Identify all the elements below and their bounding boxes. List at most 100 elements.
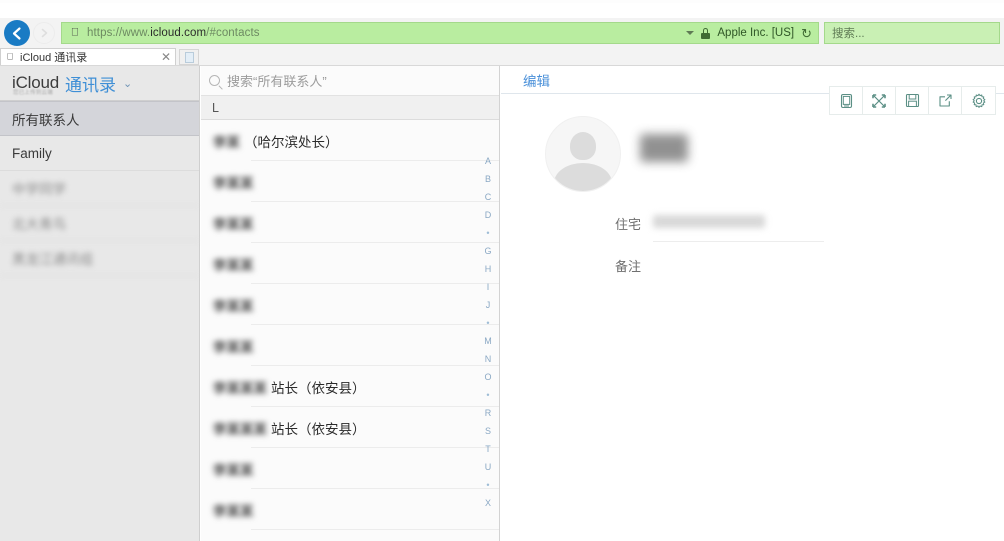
contact-name-hidden: 李某某	[213, 213, 254, 233]
section-header-L: L	[201, 96, 499, 120]
alpha-index-dot-9[interactable]: •	[486, 314, 489, 332]
alpha-index-t[interactable]: T	[485, 440, 491, 458]
alpha-index-c[interactable]: C	[485, 188, 492, 206]
contact-list-column: 搜索“所有联系人” L 李某（哈尔滨处长）李某某李某某李某某李某某李某某李某某某…	[201, 66, 500, 541]
contact-name-hidden: 李某某	[213, 336, 254, 356]
alpha-index-x[interactable]: X	[485, 494, 491, 512]
browser-navigation-bar:  https://www.icloud.com/#contacts Apple…	[0, 18, 1004, 48]
alpha-index-m[interactable]: M	[484, 332, 492, 350]
sidebar-item-label: Family	[12, 146, 52, 161]
detail-field-label: 住宅	[599, 214, 641, 233]
sidebar-item-label: 所有联系人	[12, 109, 80, 129]
reload-icon[interactable]: ↻	[801, 27, 812, 40]
contact-name-visible: （哈尔滨处长）	[244, 131, 339, 151]
forward-arrow-icon	[38, 27, 50, 39]
back-arrow-icon	[10, 26, 25, 41]
contact-name-hidden: 李某某	[213, 295, 254, 315]
contact-name-visible: 站长（依安县）	[271, 418, 366, 438]
detail-field-label: 备注	[599, 256, 641, 275]
address-bar-right-controls: Apple Inc. [US] ↻	[686, 27, 818, 40]
apple-favicon: 	[68, 26, 82, 40]
contact-name-redacted	[640, 134, 688, 162]
close-icon[interactable]: ✕	[161, 51, 171, 63]
sidebar-item-family[interactable]: Family	[0, 136, 199, 171]
contact-fields: 住宅备注	[501, 204, 1004, 288]
back-button[interactable]	[4, 20, 30, 46]
app-brand-header: iCloud 通讯录 ⌄ 您已上传到云端	[0, 66, 199, 100]
tab-icloud-contacts[interactable]:  iCloud 通讯录 ✕	[0, 48, 176, 65]
list-item[interactable]: 李某某某站长（依安县）	[201, 407, 499, 448]
sidebar-item-label: 中学同学	[12, 178, 66, 198]
section-header-label: L	[212, 101, 219, 115]
contact-name: 李某某	[213, 213, 258, 233]
list-item[interactable]: 李某某某站长（依安县）	[201, 366, 499, 407]
new-tab-button[interactable]	[179, 49, 199, 65]
alpha-index-o[interactable]: O	[484, 368, 491, 386]
contact-name-hidden: 李某某	[213, 172, 254, 192]
brand-subtitle: 您已上传到云端	[13, 88, 53, 96]
url-path: /#contacts	[206, 27, 259, 39]
contact-name: 李某（哈尔滨处长）	[213, 131, 339, 151]
list-item[interactable]: 李某某	[201, 161, 499, 202]
list-item[interactable]: 李某某	[201, 284, 499, 325]
contact-search-field[interactable]: 搜索“所有联系人”	[201, 66, 499, 96]
alpha-index-h[interactable]: H	[485, 260, 492, 278]
contact-name-hidden: 李某某	[213, 500, 254, 520]
sidebar-item-group-5[interactable]: 黑龙江通讯组	[0, 241, 199, 276]
detail-field-row: 备注	[501, 246, 1004, 288]
app-name-label: 通讯录	[65, 71, 116, 96]
url-host: icloud.com	[150, 27, 206, 39]
contact-name: 李某某	[213, 336, 258, 356]
alpha-index-g[interactable]: G	[484, 242, 491, 260]
alpha-index-a[interactable]: A	[485, 152, 491, 170]
alpha-index-r[interactable]: R	[485, 404, 492, 422]
search-icon	[209, 75, 220, 86]
alphabet-index[interactable]: ABCD•GHIJ•MNO•RSTU•X	[479, 152, 497, 512]
browser-search-placeholder: 搜索...	[832, 25, 865, 41]
list-item[interactable]: 李某某	[201, 325, 499, 366]
forward-button[interactable]	[33, 22, 55, 44]
contact-name-visible: 站长（依安县）	[271, 377, 366, 397]
tab-title: iCloud 通讯录	[20, 49, 156, 65]
alpha-index-dot-4[interactable]: •	[486, 224, 489, 242]
address-bar[interactable]:  https://www.icloud.com/#contacts Apple…	[61, 22, 819, 44]
contact-name-hidden: 李某	[213, 131, 240, 151]
list-item[interactable]: 李某某	[201, 489, 499, 530]
ev-certificate-label: Apple Inc. [US]	[717, 27, 794, 39]
contact-name: 李某某某站长（依安县）	[213, 377, 366, 397]
field-underline	[653, 241, 824, 242]
sidebar-item-label: 北大青鸟	[12, 213, 66, 233]
alpha-index-dot-13[interactable]: •	[486, 386, 489, 404]
sidebar-item-group-3[interactable]: 中学同学	[0, 171, 199, 206]
contact-name: 李某某	[213, 459, 258, 479]
icloud-contacts-app: iCloud 通讯录 ⌄ 您已上传到云端 所有联系人 Family 中学同学 北…	[0, 66, 1004, 541]
list-item[interactable]: 李某（哈尔滨处长）	[201, 120, 499, 161]
list-item[interactable]: 李某某	[201, 448, 499, 489]
alpha-index-b[interactable]: B	[485, 170, 491, 188]
apple-glyph-tab: 	[7, 53, 14, 62]
alpha-index-n[interactable]: N	[485, 350, 492, 368]
groups-sidebar: iCloud 通讯录 ⌄ 您已上传到云端 所有联系人 Family 中学同学 北…	[0, 66, 200, 541]
edit-button[interactable]: 编辑	[523, 70, 550, 90]
alpha-index-u[interactable]: U	[485, 458, 492, 476]
chevron-down-icon-app-switcher[interactable]: ⌄	[123, 77, 132, 90]
browser-window:  https://www.icloud.com/#contacts Apple…	[0, 0, 1004, 541]
contact-card	[501, 94, 1004, 116]
contact-name: 李某某	[213, 295, 258, 315]
contact-name: 李某某	[213, 254, 258, 274]
alpha-index-j[interactable]: J	[486, 296, 491, 314]
detail-field-value-redacted[interactable]	[653, 215, 765, 228]
new-tab-icon	[185, 52, 194, 63]
alpha-index-d[interactable]: D	[485, 206, 492, 224]
sidebar-item-group-4[interactable]: 北大青鸟	[0, 206, 199, 241]
browser-search-box[interactable]: 搜索...	[824, 22, 1000, 44]
alpha-index-s[interactable]: S	[485, 422, 491, 440]
list-item[interactable]: 李某某	[201, 243, 499, 284]
default-avatar-icon	[545, 116, 621, 192]
sidebar-item-all-contacts[interactable]: 所有联系人	[0, 101, 199, 136]
alpha-index-dot-18[interactable]: •	[486, 476, 489, 494]
chevron-down-icon[interactable]	[686, 31, 694, 35]
alpha-index-i[interactable]: I	[487, 278, 490, 296]
list-item[interactable]: 李某某	[201, 202, 499, 243]
detail-field-row: 住宅	[501, 204, 1004, 246]
